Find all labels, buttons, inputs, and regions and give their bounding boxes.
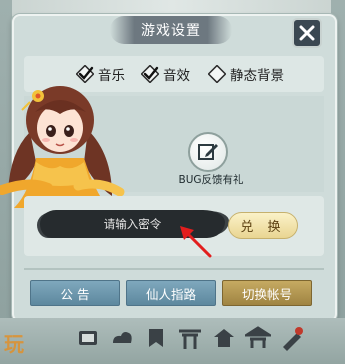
static-background-option[interactable]: 静态背景 — [208, 62, 284, 86]
nav-icon-6[interactable] — [244, 324, 272, 352]
pavilion-icon — [214, 329, 234, 347]
sound-effects-option[interactable]: 音效 — [141, 62, 190, 86]
edit-icon — [198, 144, 218, 160]
close-icon — [299, 25, 315, 41]
banner-icon — [149, 329, 163, 347]
scroll-icon — [79, 331, 97, 345]
brush-icon — [283, 327, 303, 351]
checked-icon — [141, 65, 159, 83]
switch-account-button[interactable]: 切换帐号 — [222, 280, 312, 306]
arrow-icon — [180, 226, 212, 258]
guide-button[interactable]: 仙人指路 — [126, 280, 216, 306]
unchecked-icon — [208, 65, 226, 83]
close-button[interactable] — [292, 18, 322, 48]
redeem-button[interactable]: 兑 换 — [228, 212, 298, 239]
static-background-label: 静态背景 — [230, 68, 284, 84]
dialog-title: 游戏设置 — [110, 16, 232, 44]
sound-effects-label: 音效 — [163, 68, 190, 84]
nav-icon-5[interactable] — [210, 324, 238, 352]
character-illustration — [0, 86, 125, 208]
sound-effects-checkbox[interactable] — [141, 65, 159, 83]
cloud-icon — [113, 332, 132, 343]
nav-icon-3[interactable] — [142, 324, 170, 352]
bug-report-label: BUG反馈有礼 — [178, 174, 244, 186]
divider — [24, 268, 324, 270]
watermark-logo: 玩 — [4, 332, 26, 356]
nav-icon-4[interactable] — [176, 324, 204, 352]
nav-icon-2[interactable] — [108, 324, 136, 352]
nav-icon-1[interactable] — [74, 324, 102, 352]
temple-icon — [245, 326, 271, 348]
static-background-checkbox[interactable] — [208, 65, 226, 83]
nav-icon-7[interactable] — [278, 324, 306, 352]
bug-report-button[interactable] — [188, 132, 228, 172]
announcement-button[interactable]: 公 告 — [30, 280, 120, 306]
gate-icon — [179, 329, 201, 349]
